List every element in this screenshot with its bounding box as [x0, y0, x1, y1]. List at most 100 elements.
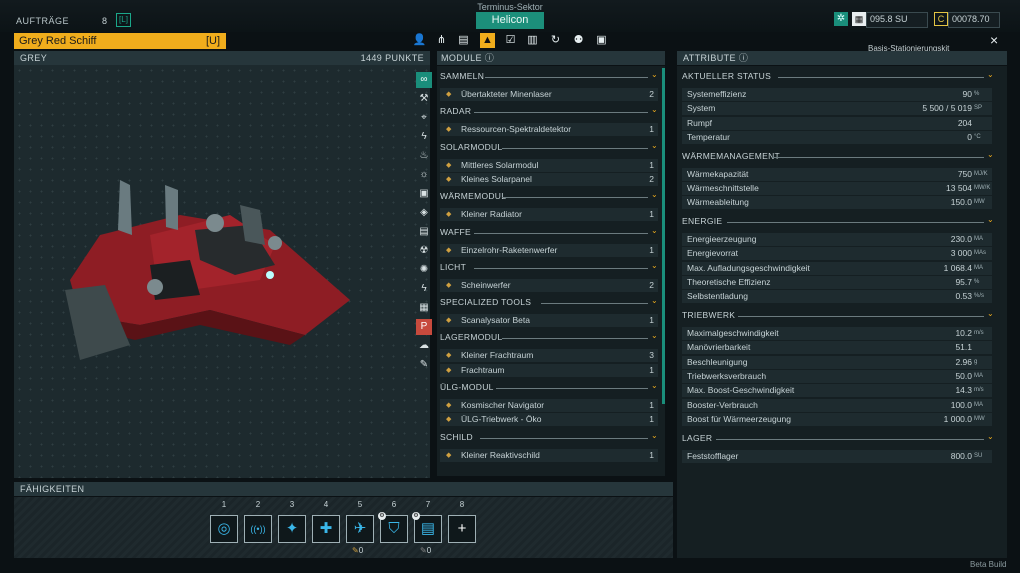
chevron-down-icon[interactable]: ⌄	[987, 70, 994, 79]
info-icon[interactable]: ⓘ	[739, 53, 748, 63]
attribute-section[interactable]: TRIEBWERK ⌄	[682, 309, 994, 322]
location-badge[interactable]: Helicon	[476, 12, 544, 29]
ship-name-bar[interactable]: Grey Red Schiff [U]	[14, 33, 226, 49]
module-icon: ◆	[446, 416, 452, 424]
list-item[interactable]: ◆ Kleines Solarpanel 2	[440, 172, 658, 186]
storage-filter-icon[interactable]: ▦	[416, 300, 432, 316]
section-title: AKTUELLER STATUS	[682, 71, 772, 81]
divider	[777, 77, 984, 78]
history-icon[interactable]: ↻	[548, 33, 563, 48]
attribute-section[interactable]: WÄRMEMANAGEMENT ⌄	[682, 150, 994, 163]
plus-icon[interactable]: +	[448, 515, 476, 543]
module-section[interactable]: RADAR ⌄	[440, 105, 660, 119]
light-icon[interactable]: ▤	[416, 224, 432, 240]
engine-icon[interactable]: ◈	[416, 205, 432, 221]
module-icon: ◆	[446, 91, 452, 98]
slot-number: 5	[357, 500, 363, 509]
chevron-down-icon[interactable]: ⌄	[651, 331, 658, 340]
module-count: 1	[649, 159, 654, 170]
divider	[496, 388, 648, 389]
list-item[interactable]: ◆ Mittleres Solarmodul 1	[440, 158, 658, 172]
crew-icon[interactable]: ⚉	[571, 33, 586, 48]
list-item[interactable]: ◆ Übertakteter Minenlaser 2	[440, 88, 658, 101]
list-item[interactable]: ◆ Kleiner Radiator 1	[440, 208, 658, 222]
cargo-icon[interactable]: ▣	[416, 186, 432, 202]
all-modules-icon[interactable]: ∞	[416, 72, 432, 88]
list-item[interactable]: ◆ Einzelrohr-Raketenwerfer 1	[440, 243, 658, 257]
chevron-down-icon[interactable]: ⌄	[651, 226, 658, 235]
drill-icon[interactable]: ✦	[278, 515, 306, 543]
module-section[interactable]: SPECIALIZED TOOLS ⌄	[440, 296, 660, 310]
module-name: Scanalysator Beta	[461, 315, 530, 326]
list-item[interactable]: ◆ Scheinwerfer 2	[440, 278, 658, 292]
list-item[interactable]: ◆ Ressourcen-Spektraldetektor 1	[440, 123, 658, 137]
chevron-down-icon[interactable]: ⌄	[651, 296, 658, 305]
bolt-icon[interactable]: ϟ	[416, 281, 432, 297]
ship-icon[interactable]: ▲	[480, 33, 495, 48]
heat-icon[interactable]: ♨	[416, 148, 432, 164]
sun-icon[interactable]: ✺	[416, 262, 432, 278]
list-item[interactable]: ◆ Frachtraum 1	[440, 363, 658, 377]
module-icon: ◆	[446, 175, 452, 183]
module-section[interactable]: WÄRMEMODUL ⌄	[440, 190, 660, 204]
divider	[502, 147, 648, 149]
signal-icon[interactable]: ((•))	[244, 515, 272, 543]
close-icon[interactable]: ×	[990, 32, 998, 48]
list-item[interactable]: ◆ Kleiner Frachtraum 3	[440, 349, 658, 363]
chevron-down-icon[interactable]: ⌄	[651, 261, 658, 270]
module-section[interactable]: SAMMELN ⌄	[440, 70, 660, 84]
orders-label[interactable]: AUFTRÄGE	[16, 16, 69, 26]
charge-value: 0	[426, 546, 432, 555]
module-section[interactable]: ÜLG-MODUL ⌄	[440, 381, 660, 395]
mining-icon[interactable]: ⚒	[416, 91, 432, 107]
module-section[interactable]: LAGERMODUL ⌄	[440, 331, 660, 345]
person-icon[interactable]: 👤	[412, 33, 427, 48]
boost-icon[interactable]: ✈	[346, 515, 374, 543]
module-section[interactable]: SOLARMODUL ⌄	[440, 141, 660, 155]
station-icon[interactable]: ✲	[834, 12, 848, 26]
storage-icon[interactable]: ▤	[456, 33, 471, 48]
chevron-down-icon[interactable]: ⌄	[987, 215, 994, 224]
chevron-down-icon[interactable]: ⌄	[651, 105, 658, 114]
network-icon[interactable]: ⋔	[434, 33, 449, 48]
hazard-icon[interactable]: ☢	[416, 243, 432, 259]
module-list[interactable]: SAMMELN ⌄ ◆ Übertakteter Minenlaser 2 RADAR ⌄ ◆…	[437, 66, 665, 476]
energy-icon[interactable]: ϟ	[416, 129, 432, 145]
attribute-section[interactable]: ENERGIE ⌄	[682, 215, 994, 228]
radar-icon[interactable]: ⌖	[416, 110, 432, 126]
attribute-name: Rumpf	[687, 117, 713, 128]
list-item[interactable]: ◆ Kosmischer Navigator 1	[440, 399, 658, 412]
scan-icon[interactable]: ◎	[210, 515, 238, 543]
chevron-down-icon[interactable]: ⌄	[651, 381, 658, 390]
attribute-section[interactable]: LAGER ⌄	[682, 432, 994, 445]
tool-icon[interactable]: ✎	[416, 357, 432, 373]
solar-icon[interactable]: ☼	[416, 167, 432, 183]
list-item[interactable]: ◆ Kleiner Reaktivschild 1	[440, 448, 658, 462]
chevron-down-icon[interactable]: ⌄	[987, 150, 994, 159]
module-name: Mittleres Solarmodul	[461, 159, 539, 170]
module-section[interactable]: SCHILD ⌄	[440, 431, 660, 445]
grid-icon[interactable]: ▦	[852, 12, 866, 26]
module-section[interactable]: LICHT ⌄	[440, 261, 660, 275]
chevron-down-icon[interactable]: ⌄	[651, 141, 658, 150]
modules-title: MODULE	[441, 53, 482, 63]
ship-model[interactable]	[60, 175, 360, 375]
log-icon[interactable]: ▣	[594, 33, 609, 48]
module-section[interactable]: WAFFE ⌄	[440, 226, 660, 240]
attribute-section[interactable]: AKTUELLER STATUS ⌄	[682, 70, 994, 83]
module-scrollbar[interactable]	[662, 68, 665, 404]
chevron-down-icon[interactable]: ⌄	[651, 190, 658, 199]
chevron-down-icon[interactable]: ⌄	[651, 431, 658, 440]
chevron-down-icon[interactable]: ⌄	[651, 70, 658, 79]
cloud-icon[interactable]: ☁	[416, 338, 432, 354]
list-item[interactable]: ◆ ÜLG-Triebwerk - Öko 1	[440, 413, 658, 427]
list-item[interactable]: ◆ Scanalysator Beta 1	[440, 314, 658, 328]
checklist-icon[interactable]: ☑	[503, 33, 518, 48]
info-icon[interactable]: ⓘ	[485, 53, 494, 63]
map-icon[interactable]: ▥	[525, 33, 540, 48]
chevron-down-icon[interactable]: ⌄	[987, 309, 994, 318]
section-title: ENERGIE	[682, 215, 723, 226]
p-icon[interactable]: P	[416, 319, 432, 335]
repair-icon[interactable]: ✚	[312, 515, 340, 543]
chevron-down-icon[interactable]: ⌄	[987, 432, 994, 441]
